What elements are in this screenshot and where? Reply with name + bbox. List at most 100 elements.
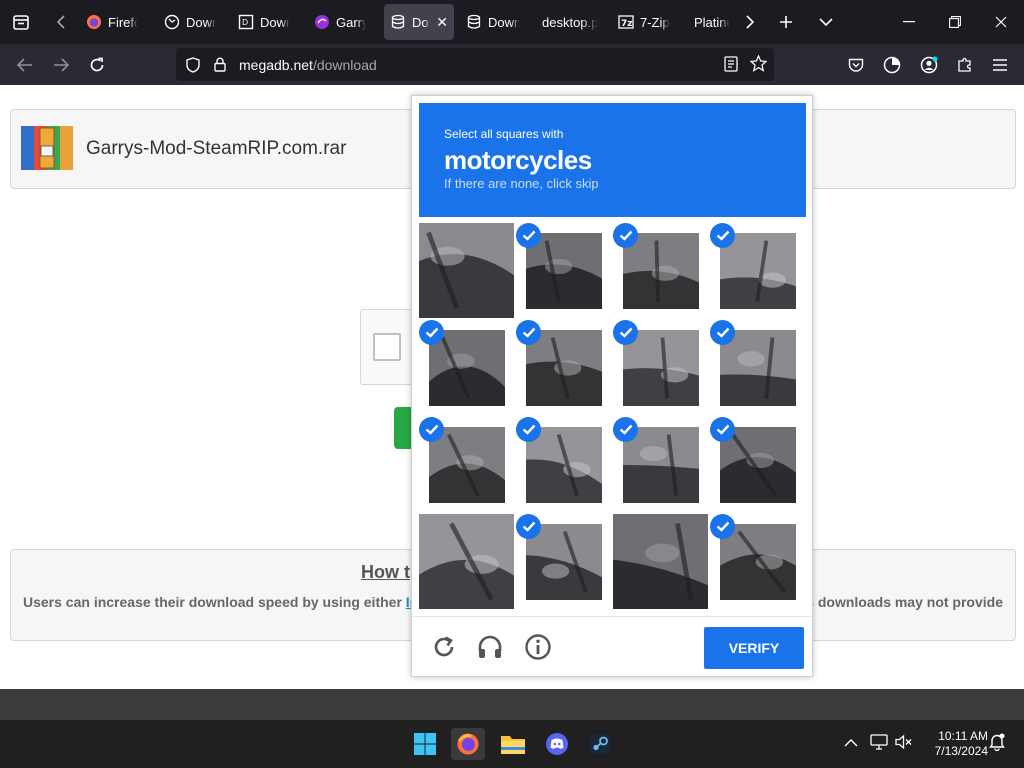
reader-view-icon[interactable] — [724, 56, 738, 75]
captcha-challenge: Select all squares with motorcycles If t… — [411, 95, 813, 677]
captcha-tile[interactable] — [613, 417, 708, 512]
info-icon[interactable] — [524, 633, 552, 661]
captcha-tile[interactable] — [419, 514, 514, 609]
display-icon[interactable] — [869, 732, 889, 752]
captcha-tile[interactable] — [613, 320, 708, 415]
tile-image — [526, 427, 602, 503]
show-hidden-icons-icon[interactable] — [841, 732, 861, 752]
tab-firefox[interactable]: Firefox — [80, 4, 144, 40]
close-window-icon[interactable] — [978, 0, 1024, 44]
tab-label: Platinum — [694, 14, 730, 30]
notification-bell-icon[interactable] — [987, 732, 1007, 752]
captcha-tile[interactable] — [710, 320, 805, 415]
captcha-tile[interactable] — [419, 417, 514, 512]
steam-icon[interactable] — [583, 728, 617, 760]
svg-text:D: D — [242, 18, 248, 27]
garrysmod-icon — [314, 14, 330, 30]
file-explorer-icon[interactable] — [496, 728, 530, 760]
discord-icon[interactable] — [540, 728, 574, 760]
list-all-tabs-icon[interactable] — [812, 6, 840, 38]
tab-scroll-left-icon[interactable] — [48, 6, 74, 38]
bookmark-star-icon[interactable] — [749, 54, 768, 75]
tab-label: 7-Zip — [640, 14, 670, 30]
address-bar[interactable]: megadb.net/download — [176, 48, 774, 81]
audio-challenge-icon[interactable] — [476, 633, 504, 661]
captcha-tile[interactable] — [516, 417, 611, 512]
windows-start-icon[interactable] — [408, 728, 442, 760]
minimize-icon[interactable] — [886, 0, 932, 44]
tab-download-1[interactable]: Download — [158, 4, 222, 40]
captcha-hint: If there are none, click skip — [444, 176, 599, 191]
back-arrow-icon[interactable] — [10, 50, 40, 80]
close-tab-icon[interactable]: ✕ — [436, 14, 448, 31]
tab-garrysmod[interactable]: Garry's Mod — [308, 4, 372, 40]
tile-image — [526, 524, 602, 600]
hamburger-menu-icon[interactable] — [985, 50, 1015, 80]
restore-icon[interactable] — [932, 0, 978, 44]
database-icon — [466, 14, 482, 30]
new-tab-icon[interactable] — [772, 6, 800, 38]
url-text[interactable]: megadb.net/download — [239, 57, 377, 73]
captcha-tile[interactable] — [710, 223, 805, 318]
selected-check-icon — [710, 223, 735, 248]
winrar-archive-icon — [21, 126, 73, 170]
volume-muted-icon[interactable] — [894, 732, 914, 752]
system-clock[interactable]: 10:11 AM 7/13/2024 — [918, 729, 988, 759]
url-host: megadb.net — [239, 56, 313, 73]
captcha-tile[interactable] — [419, 223, 514, 318]
tile-image — [720, 233, 796, 309]
firefox-icon — [86, 14, 102, 30]
captcha-target: motorcycles — [444, 145, 592, 175]
tab-7zip[interactable]: 7z 7-Zip — [612, 4, 684, 40]
tab-scroll-right-icon[interactable] — [738, 6, 762, 38]
captcha-tile[interactable] — [516, 320, 611, 415]
tile-image — [429, 427, 505, 503]
tab-desktop[interactable]: desktop.pi — [536, 4, 604, 40]
tile-image — [526, 330, 602, 406]
selected-check-icon — [710, 320, 735, 345]
pocket-icon[interactable] — [841, 50, 871, 80]
captcha-checkbox[interactable] — [373, 333, 401, 361]
howto-text-right: s downloads may not provide — [806, 594, 1003, 610]
extension-circle-icon[interactable] — [877, 50, 907, 80]
captcha-tile[interactable] — [419, 320, 514, 415]
howto-title: How t — [361, 562, 410, 582]
tile-image — [720, 427, 796, 503]
firefox-view-icon[interactable] — [6, 6, 36, 38]
selected-check-icon — [613, 417, 638, 442]
forward-arrow-icon[interactable] — [46, 50, 76, 80]
tab-platinum[interactable]: Platinum — [688, 4, 736, 40]
selected-check-icon — [516, 320, 541, 345]
firefox-taskbar-icon[interactable] — [451, 728, 485, 760]
extensions-puzzle-icon[interactable] — [950, 50, 980, 80]
selected-check-icon — [710, 514, 735, 539]
captcha-tile[interactable] — [710, 417, 805, 512]
captcha-tile[interactable] — [516, 514, 611, 609]
tab-download-active[interactable]: Download ✕ — [384, 4, 454, 40]
tab-label: Download — [488, 14, 520, 30]
reload-icon[interactable] — [82, 50, 112, 80]
tab-label: Download — [186, 14, 216, 30]
clock-time: 10:11 AM — [938, 729, 988, 743]
verify-button[interactable]: VERIFY — [704, 627, 804, 669]
database-icon — [390, 14, 406, 30]
tab-label: Firefox — [108, 14, 138, 30]
reload-challenge-icon[interactable] — [430, 633, 458, 661]
captcha-tile[interactable] — [516, 223, 611, 318]
tab-download-3[interactable]: Download — [460, 4, 526, 40]
tile-image — [720, 524, 796, 600]
captcha-tile[interactable] — [613, 223, 708, 318]
selected-check-icon — [516, 514, 541, 539]
howto-text-left: Users can increase their download speed … — [23, 594, 406, 610]
tile-image — [720, 330, 796, 406]
captcha-tile[interactable] — [613, 514, 708, 609]
account-icon[interactable] — [914, 50, 944, 80]
tab-download-2[interactable]: D Download — [232, 4, 296, 40]
shield-icon[interactable] — [186, 56, 202, 73]
selected-check-icon — [613, 320, 638, 345]
lock-icon[interactable] — [214, 57, 228, 72]
selected-check-icon — [710, 417, 735, 442]
windows-taskbar: 10:11 AM 7/13/2024 — [0, 720, 1024, 768]
captcha-tile[interactable] — [710, 514, 805, 609]
tab-label: Download — [260, 14, 290, 30]
